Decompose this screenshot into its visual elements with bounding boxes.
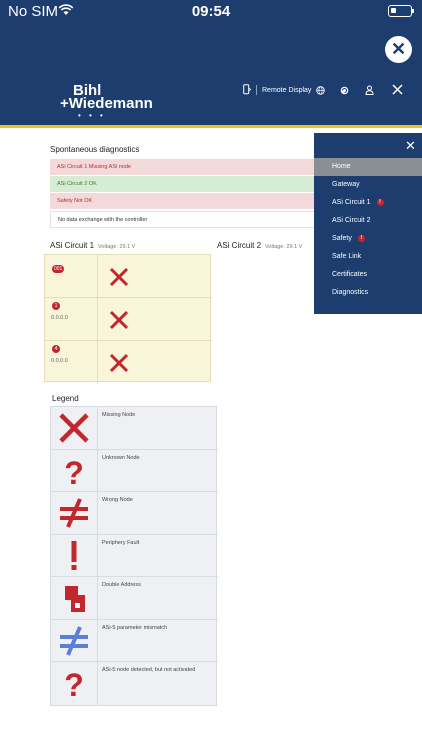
diag-row[interactable]: ASi Circuit 2 OK xyxy=(50,176,315,193)
menu-item-safety[interactable]: Safety! xyxy=(314,230,422,248)
menu-item-home[interactable]: Home xyxy=(314,158,422,176)
clock: 09:54 xyxy=(191,3,231,20)
red-question-icon: ? xyxy=(64,455,84,488)
legend-label: Double Address xyxy=(102,582,141,588)
menu-item-asi-circuit-1[interactable]: ASi Circuit 1! xyxy=(314,194,422,212)
menu-item-label: Gateway xyxy=(332,181,360,188)
toolbar-divider xyxy=(256,85,257,95)
svg-text:?: ? xyxy=(64,667,84,700)
menu-item-certificates[interactable]: Certificates xyxy=(314,266,422,284)
diag-row[interactable]: ASi Circuit 1 Missing ASi node xyxy=(50,159,315,176)
globe-icon[interactable] xyxy=(316,86,325,95)
missing-node-icon xyxy=(109,267,129,287)
menu-item-label: Home xyxy=(332,163,351,170)
red-not-equal-icon xyxy=(60,498,88,528)
menu-item-safe-link[interactable]: Safe Link xyxy=(314,248,422,266)
warning-icon: ! xyxy=(376,199,384,206)
warning-icon: ! xyxy=(357,235,365,242)
legend-row: ? Unknown Node xyxy=(51,449,218,492)
red-x-icon xyxy=(59,413,89,443)
missing-node-icon xyxy=(109,353,129,373)
blue-not-equal-icon xyxy=(60,625,88,656)
remote-display-link[interactable]: Remote Display xyxy=(262,87,311,94)
menu-item-asi-circuit-2[interactable]: ASi Circuit 2 xyxy=(314,212,422,230)
remote-display-icon[interactable] xyxy=(243,84,251,96)
spontaneous-diagnostics-title: Spontaneous diagnostics xyxy=(50,145,140,154)
missing-node-icon xyxy=(109,310,129,330)
node-cell[interactable]: 001 xyxy=(45,255,212,298)
red-question-icon: ? xyxy=(64,667,84,700)
menu-item-label: ASi Circuit 2 xyxy=(332,217,371,224)
navigation-menu: ✕ Home Gateway ASi Circuit 1! ASi Circui… xyxy=(314,133,422,314)
user-icon[interactable] xyxy=(365,85,374,95)
logo-dots: • • • xyxy=(78,111,106,120)
close-icon[interactable] xyxy=(392,84,403,95)
refresh-icon[interactable] xyxy=(340,86,349,95)
diag-row: No data exchange with the controller xyxy=(50,211,315,228)
diag-row[interactable]: Safety Not OK xyxy=(50,193,315,210)
red-exclamation-icon xyxy=(71,540,77,570)
menu-item-label: Certificates xyxy=(332,271,368,278)
svg-text:?: ? xyxy=(64,455,84,488)
menu-item-label: Diagnostics xyxy=(332,289,369,296)
legend-row: ASi-5 parameter mismatch xyxy=(51,619,218,662)
legend-label: Unknown Node xyxy=(102,454,140,461)
legend-label: ASi-5 parameter mismatch xyxy=(102,624,168,631)
menu-item-diagnostics[interactable]: Diagnostics xyxy=(314,284,422,302)
legend-label: ASi-5 node detected, but not activated xyxy=(102,667,196,673)
circuit-1-name: ASi Circuit 1 xyxy=(50,241,95,250)
top-toolbar: Remote Display xyxy=(0,84,422,98)
node-address-badge: 1 xyxy=(52,302,60,310)
legend-row: Wrong Node xyxy=(51,492,218,535)
node-ip: 0.0.0.0 xyxy=(51,358,68,364)
circuit-1-title: ASi Circuit 1 Voltage: 29.1 V xyxy=(50,241,135,250)
circuit-2-voltage: Voltage: 29.1 V xyxy=(265,244,303,250)
close-app-button[interactable]: ✕ xyxy=(385,36,412,63)
node-ip: 0.0.0.0 xyxy=(51,315,68,321)
double-address-icon xyxy=(65,586,85,612)
menu-close-icon[interactable]: ✕ xyxy=(405,138,416,154)
node-address-badge: 001 xyxy=(52,265,65,273)
legend-label: Periphery Fault xyxy=(102,539,140,546)
legend-row: Double Address xyxy=(51,577,218,620)
legend-row: Missing Node xyxy=(51,407,218,450)
battery-icon xyxy=(388,5,414,17)
legend-table: Missing Node ? Unknown Node Wrong Node P… xyxy=(50,406,218,706)
status-bar: No SIM 09:54 xyxy=(0,0,422,24)
menu-item-label: Safe Link xyxy=(332,253,362,260)
node-address-badge: 4 xyxy=(52,345,60,353)
circuit-1-voltage: Voltage: 29.1 V xyxy=(98,244,136,250)
circuit-1-node-grid: 001 1 0.0.0.0 4 0.0.0.0 xyxy=(44,254,212,384)
legend-label: Wrong Node xyxy=(102,497,133,503)
circuit-2-title: ASi Circuit 2 Voltage: 29.1 V xyxy=(217,241,302,250)
menu-item-gateway[interactable]: Gateway xyxy=(314,176,422,194)
node-cell[interactable]: 4 0.0.0.0 xyxy=(45,341,212,384)
menu-item-label: Safety xyxy=(332,235,352,242)
legend-row: ? ASi-5 node detected, but not activated xyxy=(51,662,218,705)
menu-item-label: ASi Circuit 1 xyxy=(332,199,371,206)
circuit-2-name: ASi Circuit 2 xyxy=(217,241,262,250)
node-cell[interactable]: 1 0.0.0.0 xyxy=(45,298,212,341)
legend-row: Periphery Fault xyxy=(51,534,218,577)
legend-title: Legend xyxy=(52,394,79,403)
legend-label: Missing Node xyxy=(102,412,136,418)
